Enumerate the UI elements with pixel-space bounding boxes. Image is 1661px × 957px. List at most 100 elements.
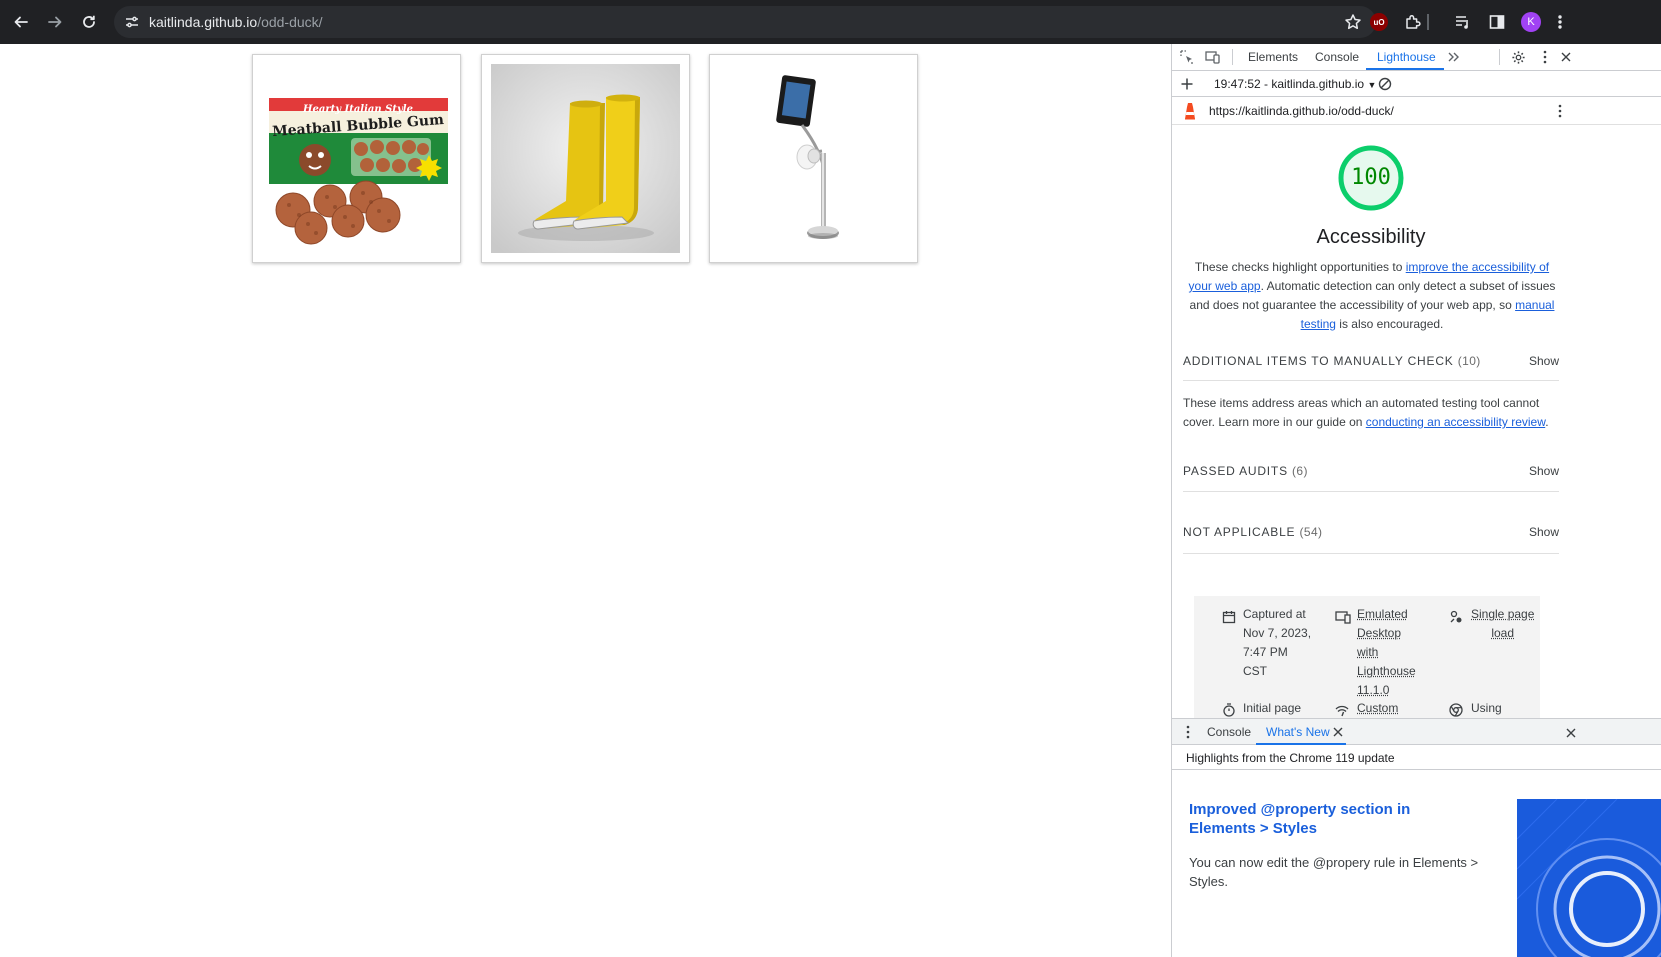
devtools-menu-icon[interactable] [1537, 49, 1553, 65]
calendar-icon [1222, 610, 1236, 624]
runtime-settings: Captured at Nov 7, 2023, 7:47 PM CST Emu… [1194, 596, 1540, 718]
gum-box-line1: Hearty Italian Style [302, 104, 413, 115]
group-manual-count: (10) [1457, 354, 1481, 368]
settings-gear-icon[interactable] [1510, 49, 1526, 65]
group-na-show-button[interactable]: Show [1529, 525, 1559, 539]
group-passed-show-button[interactable]: Show [1529, 464, 1559, 478]
forward-icon[interactable] [44, 11, 66, 33]
side-panel-icon[interactable] [1487, 12, 1507, 32]
captured-line2: Nov 7, 2023, [1243, 626, 1312, 640]
score-value: 100 [1351, 165, 1391, 190]
drawer-menu-icon[interactable] [1186, 725, 1190, 744]
tab-elements[interactable]: Elements [1248, 50, 1298, 64]
browser-toolbar: kaitlinda.github.io/odd-duck/ uO K [0, 0, 1661, 44]
active-tab-indicator [1366, 68, 1444, 70]
manual-check-description: These items address areas which an autom… [1183, 394, 1563, 432]
emulated-device[interactable]: Emulated Desktop with Lighthouse 11.1.0 [1357, 605, 1416, 700]
device-toolbar-icon[interactable] [1205, 49, 1221, 65]
category-description: These checks highlight opportunities to … [1184, 258, 1560, 334]
devtools-panel: Elements Console Lighthouse 19:47:52 - k… [1171, 44, 1661, 957]
new-report-plus-icon[interactable] [1179, 76, 1195, 92]
desc-part1: These checks highlight opportunities to [1194, 260, 1406, 274]
web-page: Hearty Italian Style Meatball Bubble Gum [0, 44, 1171, 957]
back-icon[interactable] [10, 11, 32, 33]
media-queue-icon[interactable] [1453, 12, 1473, 32]
profile-avatar[interactable]: K [1521, 12, 1541, 32]
url-path: /odd-duck/ [257, 14, 323, 30]
feature-illustration [1517, 799, 1661, 957]
group-manual-show-button[interactable]: Show [1529, 354, 1559, 368]
lighthouse-toolbar: 19:47:52 - kaitlinda.github.io ▼ [1172, 71, 1661, 97]
extensions-icon[interactable] [1403, 12, 1423, 32]
captured-line4: CST [1243, 664, 1267, 678]
captured-line1: Captured at [1243, 607, 1306, 621]
report-selector[interactable]: 19:47:52 - kaitlinda.github.io ▼ [1214, 77, 1376, 91]
lighthouse-url-bar: https://kaitlinda.github.io/odd-duck/ [1172, 97, 1661, 125]
report-menu-icon[interactable] [1558, 104, 1562, 123]
profile-initial: K [1521, 12, 1541, 32]
group-passed-count: (6) [1292, 464, 1308, 478]
custom-throttling[interactable]: Custom [1357, 699, 1398, 718]
network-throttling-icon [1335, 703, 1349, 717]
product-image-meatball-bubble-gum[interactable]: Hearty Italian Style Meatball Bubble Gum [252, 54, 461, 263]
ublock-badge: uO [1370, 13, 1388, 31]
close-whats-new-icon[interactable] [1332, 725, 1344, 743]
group-passed-audits[interactable]: Passed audits (6) Show [1183, 464, 1559, 492]
drawer-tab-console[interactable]: Console [1207, 725, 1251, 739]
single-page-load[interactable]: Single page load [1471, 605, 1534, 643]
url-text[interactable]: kaitlinda.github.io/odd-duck/ [149, 14, 323, 30]
inspect-element-icon[interactable] [1179, 49, 1195, 65]
captured-at: Captured at Nov 7, 2023, 7:47 PM CST [1243, 605, 1311, 681]
site-info-icon[interactable] [124, 14, 140, 35]
emulated-line5: 11.1.0 [1357, 683, 1390, 697]
chrome-browser-icon [1449, 703, 1463, 717]
bookmark-star-icon[interactable] [1344, 13, 1362, 36]
drawer-tab-whats-new[interactable]: What's New [1266, 725, 1330, 739]
lighthouse-logo-icon [1182, 102, 1198, 125]
reload-icon[interactable] [78, 11, 100, 33]
close-drawer-icon[interactable] [1565, 726, 1577, 744]
whats-new-header: Highlights from the Chrome 119 update [1172, 745, 1661, 770]
captured-line3: 7:47 PM [1243, 645, 1288, 659]
emulated-line1: Emulated [1357, 607, 1408, 621]
tabbar-divider-right [1499, 49, 1500, 65]
single-line2: load [1491, 626, 1515, 640]
stopwatch-icon [1222, 703, 1236, 717]
report-url[interactable]: https://kaitlinda.github.io/odd-duck/ [1209, 104, 1394, 118]
desc-part3: is also encouraged. [1335, 317, 1444, 331]
address-bar[interactable]: kaitlinda.github.io/odd-duck/ [114, 6, 1376, 38]
url-host: kaitlinda.github.io [149, 14, 258, 30]
manual-desc-part2: . [1545, 415, 1549, 429]
product-image-yellow-boots[interactable] [481, 54, 690, 263]
close-devtools-icon[interactable] [1558, 49, 1574, 65]
using-browser: Using [1471, 701, 1502, 715]
group-manual-title: Additional items to manually check (10) [1183, 354, 1481, 368]
feature-title-link[interactable]: Improved @property section in Elements >… [1189, 800, 1449, 838]
clear-reports-icon[interactable] [1377, 76, 1393, 92]
group-passed-label: Passed audits [1183, 464, 1288, 478]
tabbar-divider [1232, 49, 1233, 65]
menu-icon[interactable] [1550, 12, 1570, 32]
product-image-tablet-toilet-paper-stand[interactable] [709, 54, 918, 263]
accessibility-review-link[interactable]: conducting an accessibility review [1366, 415, 1545, 429]
report-selector-text: 19:47:52 - kaitlinda.github.io [1214, 77, 1365, 91]
group-manual-label: Additional items to manually check [1183, 354, 1454, 368]
tab-console[interactable]: Console [1315, 50, 1359, 64]
group-not-applicable[interactable]: Not applicable (54) Show [1183, 525, 1559, 554]
category-title: Accessibility [1316, 226, 1426, 248]
drawer-tabbar: Console What's New [1172, 718, 1661, 745]
group-na-title: Not applicable (54) [1183, 525, 1322, 539]
score-gauge: 100 [1337, 144, 1405, 212]
group-na-label: Not applicable [1183, 525, 1296, 539]
feature-body: You can now edit the @propery rule in El… [1189, 855, 1479, 889]
more-tabs-chevron-icon[interactable] [1445, 49, 1461, 65]
emulated-line2: Desktop [1357, 626, 1402, 640]
emulated-line4: Lighthouse [1357, 664, 1416, 678]
emulated-line3: with [1357, 645, 1379, 659]
ublock-extension-icon[interactable]: uO [1369, 12, 1389, 32]
group-passed-title: Passed audits (6) [1183, 464, 1308, 478]
tab-lighthouse[interactable]: Lighthouse [1377, 50, 1436, 64]
screen: kaitlinda.github.io/odd-duck/ uO K Heart… [0, 0, 1661, 957]
group-manual-check[interactable]: Additional items to manually check (10) … [1183, 354, 1559, 381]
lighthouse-report: 100 Accessibility These checks highlight… [1172, 125, 1661, 718]
